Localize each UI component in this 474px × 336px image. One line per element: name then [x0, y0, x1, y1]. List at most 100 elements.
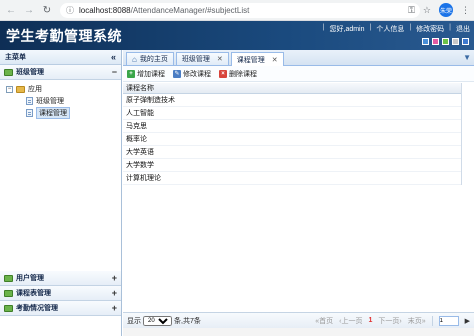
first-page-label: 首页 — [319, 317, 334, 325]
sidebar-section-class-mgmt[interactable]: 班级管理 − — [0, 65, 121, 80]
show-label: 显示 — [127, 317, 141, 325]
page-icon — [26, 97, 33, 105]
add-icon: + — [127, 69, 135, 78]
table-row[interactable]: 大学数学 — [123, 159, 461, 172]
table-row[interactable]: 人工智能 — [123, 107, 461, 120]
table-row[interactable]: 马克思 — [123, 120, 461, 133]
add-course-button[interactable]: + 增加课程 — [127, 69, 165, 79]
section-label: 课程表管理 — [16, 290, 51, 297]
last-page-label: 末页 — [407, 317, 422, 325]
edit-icon: ✎ — [173, 69, 181, 78]
tab-scroll-down-icon[interactable]: ▼ — [463, 53, 471, 62]
theme-swatch-gray[interactable] — [452, 38, 459, 45]
tab-home[interactable]: ⌂ 我的主页 — [126, 52, 174, 65]
home-icon: ⌂ — [132, 54, 137, 64]
browser-toolbar: ← → ↻ ⓘ localhost:8088/AttendanceManager… — [0, 0, 474, 21]
sidebar-tree: − 应用 班级管理 课程管理 — [0, 80, 121, 279]
current-page: 1 — [368, 317, 373, 324]
folder-icon — [4, 304, 13, 312]
folder-icon — [4, 289, 13, 297]
delete-course-button[interactable]: × 删除课程 — [219, 69, 257, 79]
url-host: localhost:8088 — [79, 5, 131, 15]
table-row[interactable]: 计算机理论 — [123, 172, 461, 185]
tab-class-mgmt[interactable]: 班级管理 ✕ — [175, 52, 229, 65]
sidebar-section-user-mgmt[interactable]: 用户管理 + — [0, 271, 121, 286]
tree-expander-icon[interactable]: − — [6, 85, 13, 93]
theme-swatch-navy[interactable] — [462, 38, 469, 45]
expand-toggle[interactable]: + — [112, 303, 117, 313]
tab-course-mgmt[interactable]: 课程管理 ✕ — [230, 52, 284, 66]
section-label: 考勤情况管理 — [16, 305, 58, 312]
grid-scroll-area[interactable] — [462, 83, 474, 312]
folder-icon — [4, 68, 13, 76]
jump-page-input[interactable] — [438, 315, 459, 326]
page-size-select[interactable]: 20 — [143, 315, 172, 326]
expand-toggle[interactable]: + — [112, 288, 117, 298]
avatar[interactable]: 朱荣 — [439, 3, 453, 17]
table-row[interactable]: 概率论 — [123, 133, 461, 146]
edit-course-button[interactable]: ✎ 修改课程 — [173, 69, 211, 79]
tree-node-root[interactable]: − 应用 — [6, 83, 121, 95]
key-icon[interactable]: ⚿ — [408, 5, 415, 16]
column-header-course-name[interactable]: 课程名称 — [123, 83, 461, 94]
collapse-toggle[interactable]: − — [112, 67, 117, 77]
section-label: 用户管理 — [16, 275, 44, 282]
info-icon[interactable]: ⓘ — [66, 5, 74, 16]
sidebar-section-schedule-mgmt[interactable]: 课程表管理 + — [0, 286, 121, 301]
logout-link[interactable]: 退出 — [456, 24, 470, 34]
first-page-button[interactable]: «首页 — [315, 316, 333, 326]
tree-node-label: 应用 — [28, 86, 42, 93]
change-password-link[interactable]: 修改密码 — [416, 24, 444, 34]
close-icon[interactable]: ✕ — [272, 56, 278, 64]
go-page-icon[interactable]: ▶ — [465, 317, 470, 325]
profile-link[interactable]: 个人信息 — [376, 24, 404, 34]
folder-open-icon — [16, 85, 25, 93]
tab-label: 班级管理 — [181, 56, 210, 63]
double-chevron-left-icon[interactable]: « — [111, 52, 116, 62]
sidebar-section-attendance-mgmt[interactable]: 考勤情况管理 + — [0, 301, 121, 316]
button-label: 修改课程 — [183, 70, 211, 78]
per-page-summary: 条,共7条 — [174, 317, 201, 325]
button-label: 增加课程 — [137, 70, 165, 78]
sidebar: 主菜单 « 班级管理 − − 应用 班级管理 课程管理 用户管理 + 课程表管理… — [0, 50, 122, 336]
url-path: /AttendanceManager/#subjectList — [130, 5, 250, 15]
tab-bar: ⌂ 我的主页 班级管理 ✕ 课程管理 ✕ ▼ — [123, 50, 474, 66]
page-icon — [26, 109, 33, 117]
next-page-button[interactable]: 下一页› — [378, 316, 401, 326]
last-page-icon: » — [421, 317, 426, 325]
prev-page-button[interactable]: ‹上一页 — [339, 316, 362, 326]
pager-nav: «首页 ‹上一页 1 下一页› 末页» ▶ — [315, 315, 470, 326]
pagination-bar: 显示 20 条,共7条 «首页 ‹上一页 1 下一页› 末页» ▶ — [123, 312, 474, 328]
tab-label: 课程管理 — [236, 56, 265, 64]
theme-swatch-green[interactable] — [442, 38, 449, 45]
star-icon[interactable]: ☆ — [423, 5, 431, 16]
section-label: 班级管理 — [16, 69, 44, 76]
course-table: 课程名称 原子弹制造技术 人工智能 马克思 概率论 大学英语 大学数学 计算机理… — [123, 83, 462, 185]
app-header: 学生考勤管理系统 | 您好,admin | 个人信息 | 修改密码 | 退出 — [0, 21, 474, 50]
sidebar-header: 主菜单 « — [0, 50, 121, 65]
top-links: | 您好,admin | 个人信息 | 修改密码 | 退出 — [322, 24, 470, 34]
table-row[interactable]: 原子弹制造技术 — [123, 94, 461, 107]
greeting-text: 您好,admin — [329, 26, 365, 33]
tree-item-class-mgmt[interactable]: 班级管理 — [6, 95, 121, 107]
tab-label: 我的主页 — [139, 56, 168, 63]
main-panel: ⌂ 我的主页 班级管理 ✕ 课程管理 ✕ ▼ + 增加课程 ✎ 修改课程 × 删… — [123, 50, 474, 336]
folder-icon — [4, 274, 13, 282]
back-arrow-icon[interactable]: ← — [4, 3, 18, 17]
theme-swatch-pink[interactable] — [432, 38, 439, 45]
theme-swatch-blue[interactable] — [422, 38, 429, 45]
address-bar[interactable]: ⓘ localhost:8088/AttendanceManager/#subj… — [60, 2, 420, 18]
forward-arrow-icon[interactable]: → — [22, 3, 36, 17]
reload-icon[interactable]: ↻ — [40, 3, 54, 17]
prev-page-label: 上一页 — [341, 317, 363, 325]
close-icon[interactable]: ✕ — [217, 55, 223, 63]
footer-strip — [123, 328, 474, 336]
table-row[interactable]: 大学英语 — [123, 146, 461, 159]
theme-switcher — [422, 38, 469, 45]
menu-dots-icon[interactable]: ⋮ — [461, 5, 470, 16]
next-page-label: 下一页 — [378, 317, 400, 325]
tree-item-course-mgmt[interactable]: 课程管理 — [6, 107, 121, 119]
pager-divider — [431, 315, 433, 326]
last-page-button[interactable]: 末页» — [408, 316, 426, 326]
expand-toggle[interactable]: + — [112, 273, 117, 283]
